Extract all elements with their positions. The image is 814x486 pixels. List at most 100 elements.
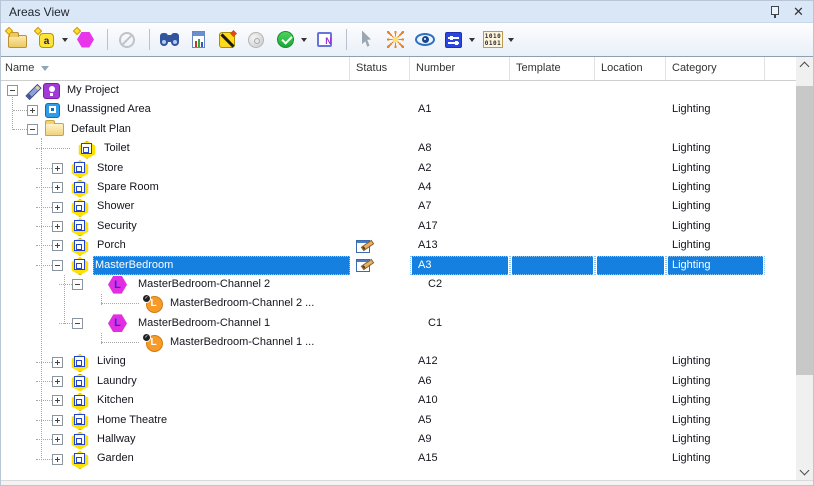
dropdown-arrow-icon[interactable] bbox=[62, 38, 68, 42]
new-channel-button[interactable] bbox=[75, 29, 98, 51]
pencil-icon bbox=[23, 83, 43, 99]
dropdown-arrow-icon[interactable] bbox=[508, 38, 514, 42]
column-header-location[interactable]: Location bbox=[595, 57, 666, 80]
scrollbar-thumb[interactable] bbox=[796, 86, 813, 375]
tree-row-label[interactable]: MasterBedroom-Channel 2 bbox=[136, 275, 272, 294]
column-header-status[interactable]: Status bbox=[350, 57, 410, 80]
tree-row-kitchen[interactable]: KitchenA10Lighting bbox=[1, 391, 796, 410]
collapse-icon[interactable] bbox=[52, 260, 63, 271]
tree-row-hallway[interactable]: HallwayA9Lighting bbox=[1, 430, 796, 449]
tree-row-my-project[interactable]: My Project bbox=[1, 81, 796, 100]
cell-status bbox=[350, 372, 410, 391]
new-folder-button[interactable] bbox=[7, 29, 30, 51]
tree-row-label[interactable]: Laundry bbox=[95, 372, 139, 391]
hide-tag-button[interactable] bbox=[217, 29, 240, 51]
tree-row-label[interactable]: Spare Room bbox=[95, 178, 161, 197]
column-header-category[interactable]: Category bbox=[666, 57, 765, 80]
tree-row-label[interactable]: Kitchen bbox=[95, 391, 136, 410]
expand-icon[interactable] bbox=[52, 182, 63, 193]
tree-row-garden[interactable]: GardenA15Lighting bbox=[1, 449, 796, 468]
cell-template bbox=[510, 314, 595, 333]
tree-row-label[interactable]: Shower bbox=[95, 197, 136, 216]
new-area-button[interactable]: a bbox=[36, 29, 69, 51]
expand-icon[interactable] bbox=[52, 163, 63, 174]
scroll-down-icon[interactable] bbox=[796, 463, 813, 480]
tree-row-spare-room[interactable]: Spare RoomA4Lighting bbox=[1, 178, 796, 197]
dropdown-arrow-icon[interactable] bbox=[469, 38, 475, 42]
collapse-icon[interactable] bbox=[72, 279, 83, 290]
cell-status bbox=[350, 100, 410, 119]
scroll-up-icon[interactable] bbox=[796, 57, 813, 74]
expand-icon[interactable] bbox=[52, 357, 63, 368]
cell-template bbox=[510, 391, 595, 410]
tree-row-home-theatre[interactable]: Home TheatreA5Lighting bbox=[1, 411, 796, 430]
tree-row-label[interactable]: Default Plan bbox=[69, 120, 133, 139]
close-icon[interactable] bbox=[793, 5, 805, 19]
tree-row-living[interactable]: LivingA12Lighting bbox=[1, 352, 796, 371]
toolbar-separator bbox=[149, 29, 150, 50]
tree-row-label[interactable]: MasterBedroom-Channel 1 bbox=[136, 314, 272, 333]
tree-row-label[interactable]: Garden bbox=[95, 449, 136, 468]
vertical-scrollbar[interactable] bbox=[796, 57, 813, 480]
expand-icon[interactable] bbox=[52, 221, 63, 232]
levels-button[interactable] bbox=[443, 29, 476, 51]
column-header-number[interactable]: Number bbox=[410, 57, 510, 80]
expand-icon[interactable] bbox=[52, 434, 63, 445]
burst-button[interactable] bbox=[385, 29, 408, 51]
report-button[interactable] bbox=[188, 29, 211, 51]
tree-row-label[interactable]: Security bbox=[95, 217, 139, 236]
cell-template bbox=[510, 352, 595, 371]
tree-row-label[interactable]: MasterBedroom-Channel 2 ... bbox=[168, 294, 316, 313]
tree-row-security[interactable]: SecurityA17Lighting bbox=[1, 217, 796, 236]
tree-row-label[interactable]: Porch bbox=[95, 236, 128, 255]
collapse-icon[interactable] bbox=[72, 318, 83, 329]
tree-row-masterbedroom-channel-1[interactable]: LMasterBedroom-Channel 1 ... bbox=[1, 333, 796, 352]
pin-icon[interactable] bbox=[770, 5, 779, 19]
tree-row-default-plan[interactable]: Default Plan bbox=[1, 120, 796, 139]
tree-row-unassigned-area[interactable]: Unassigned AreaA1Lighting bbox=[1, 100, 796, 119]
disc-disabled-button bbox=[246, 29, 269, 51]
expand-icon[interactable] bbox=[27, 105, 38, 116]
tree-row-label[interactable]: Store bbox=[95, 159, 125, 178]
preview-button[interactable] bbox=[414, 29, 437, 51]
tree-row-label[interactable]: My Project bbox=[65, 81, 121, 100]
cell-category: Lighting bbox=[666, 391, 765, 410]
tree-row-toilet[interactable]: ToiletA8Lighting bbox=[1, 139, 796, 158]
collapse-icon[interactable] bbox=[7, 85, 18, 96]
report-icon bbox=[189, 30, 210, 50]
expand-icon[interactable] bbox=[52, 202, 63, 213]
expand-icon[interactable] bbox=[52, 454, 63, 465]
tree-row-masterbedroom-channel-2[interactable]: LMasterBedroom-Channel 2 ... bbox=[1, 294, 796, 313]
expand-icon[interactable] bbox=[52, 415, 63, 426]
cell-name: LMasterBedroom-Channel 2 ... bbox=[1, 294, 350, 313]
dropdown-arrow-icon[interactable] bbox=[301, 38, 307, 42]
tree-row-masterbedroom-channel-2[interactable]: LMasterBedroom-Channel 2C2 bbox=[1, 275, 796, 294]
column-header-name[interactable]: Name bbox=[1, 57, 350, 80]
cell-template bbox=[510, 372, 595, 391]
tree-row-label[interactable]: Living bbox=[95, 352, 128, 371]
find-button[interactable] bbox=[159, 29, 182, 51]
expand-icon[interactable] bbox=[52, 240, 63, 251]
expand-icon[interactable] bbox=[52, 395, 63, 406]
tree-row-laundry[interactable]: LaundryA6Lighting bbox=[1, 372, 796, 391]
confirm-button[interactable] bbox=[275, 29, 308, 51]
tree-row-label[interactable]: MasterBedroom bbox=[93, 256, 350, 275]
expand-icon[interactable] bbox=[52, 376, 63, 387]
tree-row-shower[interactable]: ShowerA7Lighting bbox=[1, 197, 796, 216]
tree-row-label[interactable]: MasterBedroom-Channel 1 ... bbox=[168, 333, 316, 352]
column-header-template[interactable]: Template bbox=[510, 57, 595, 80]
tree-row-label[interactable]: Toilet bbox=[102, 139, 132, 158]
tree-row-label[interactable]: Hallway bbox=[95, 430, 138, 449]
cell-template bbox=[510, 159, 595, 178]
tree-row-masterbedroom[interactable]: MasterBedroomA3Lighting bbox=[1, 256, 796, 275]
show-numbers-button[interactable]: N bbox=[314, 29, 337, 51]
binary-format-button[interactable]: 10100101 bbox=[482, 29, 515, 51]
tree-row-label[interactable]: Home Theatre bbox=[95, 411, 169, 430]
tree-row-porch[interactable]: PorchA13Lighting bbox=[1, 236, 796, 255]
tree-row-store[interactable]: StoreA2Lighting bbox=[1, 159, 796, 178]
sliders-icon bbox=[444, 30, 465, 50]
tree-row-masterbedroom-channel-1[interactable]: LMasterBedroom-Channel 1C1 bbox=[1, 314, 796, 333]
collapse-icon[interactable] bbox=[27, 124, 38, 135]
cell-number: A15 bbox=[410, 449, 510, 468]
tree-row-label[interactable]: Unassigned Area bbox=[65, 100, 153, 119]
